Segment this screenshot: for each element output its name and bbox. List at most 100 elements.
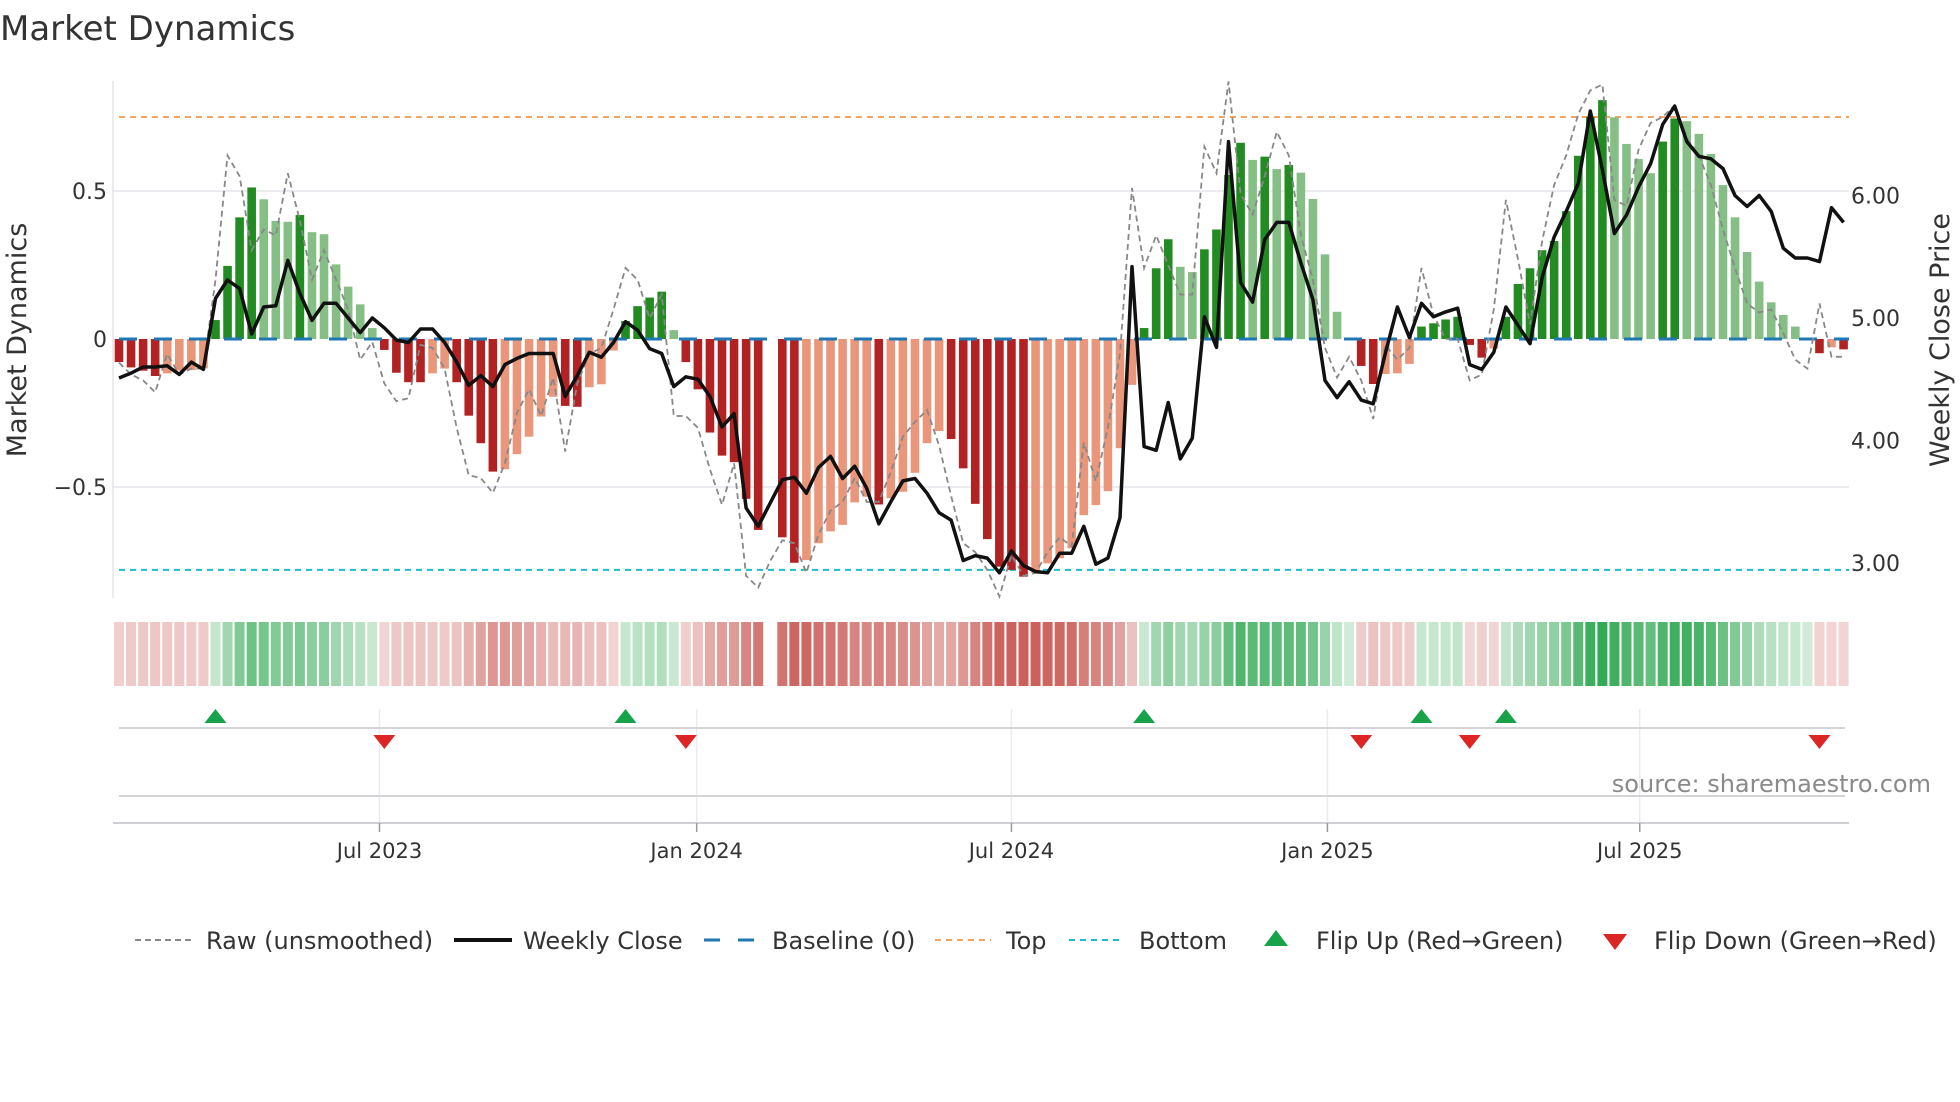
- heat-strip-cell: [1259, 622, 1270, 686]
- momentum-bar: [802, 339, 811, 561]
- heat-strip-cell: [222, 622, 233, 686]
- heat-strip-cell: [1597, 622, 1608, 686]
- heat-strip-cell: [343, 622, 354, 686]
- momentum-bar: [874, 339, 884, 505]
- heat-strip-cell: [1187, 622, 1198, 686]
- heat-strip-cell: [174, 622, 185, 686]
- momentum-heat-strip: [114, 622, 1849, 686]
- momentum-bar: [983, 339, 992, 540]
- momentum-bar: [223, 265, 232, 339]
- momentum-bar: [1055, 339, 1064, 559]
- flip-down-marker: [1350, 735, 1373, 749]
- heat-strip-cell: [1440, 622, 1451, 686]
- momentum-bar: [958, 339, 968, 469]
- heat-strip-cell: [994, 622, 1005, 686]
- heat-strip-cell: [1078, 622, 1089, 686]
- heat-strip-cell: [234, 622, 245, 686]
- y-tick-label: −0.5: [54, 476, 107, 501]
- heat-strip-cell: [1090, 622, 1101, 686]
- heat-strip-cell: [1320, 622, 1330, 686]
- momentum-bar: [1405, 339, 1414, 364]
- heat-strip-cell: [367, 622, 378, 686]
- heat-strip-cell: [1452, 622, 1463, 686]
- heat-strip-cell: [560, 622, 571, 686]
- heat-strip-cell: [1223, 622, 1234, 686]
- heat-strip-cell: [1754, 622, 1765, 686]
- heat-strip-cell: [524, 622, 535, 686]
- momentum-bar: [428, 339, 437, 374]
- flip-down-marker: [1808, 735, 1831, 749]
- heat-strip-cell: [620, 622, 631, 686]
- heat-strip-cell: [1549, 622, 1560, 686]
- heat-strip-cell: [1211, 622, 1222, 686]
- legend-label: Raw (unsmoothed): [206, 927, 433, 955]
- heat-strip-cell: [379, 622, 390, 686]
- legend-label: Flip Down (Green→Red): [1654, 927, 1937, 955]
- x-tick-label: Jan 2025: [1279, 839, 1374, 863]
- heat-strip-cell: [801, 622, 812, 686]
- market-dynamics-chart: Market Dynamics 0.5 0 −0.5 6.00 5.00 4.00 3.00…: [0, 9, 1956, 955]
- heat-strip-cell: [427, 622, 438, 686]
- y2-tick-label: 4.00: [1851, 430, 1900, 455]
- heat-strip-cell: [1561, 622, 1572, 686]
- flip-down-marker: [674, 735, 697, 749]
- momentum-bar: [367, 328, 377, 339]
- y-tick-label: 0.5: [72, 180, 107, 205]
- heat-strip-cell: [1717, 622, 1728, 686]
- momentum-bar: [235, 217, 244, 339]
- momentum-bar: [1549, 241, 1559, 339]
- heat-strip-cell: [982, 622, 993, 686]
- heat-strip-cell: [584, 622, 595, 686]
- heat-strip-cell: [126, 622, 137, 686]
- legend: Raw (unsmoothed) Weekly Close Baseline (0)…: [135, 927, 1937, 955]
- heat-strip-cell: [114, 622, 124, 686]
- heat-strip-cell: [1681, 622, 1692, 686]
- heat-strip-cell: [572, 622, 583, 686]
- heat-strip-cell: [451, 622, 462, 686]
- momentum-bar: [790, 339, 799, 563]
- momentum-bar: [862, 339, 872, 497]
- heat-strip-cell: [548, 622, 559, 686]
- heat-strip-cell: [849, 622, 860, 686]
- momentum-bar: [380, 339, 389, 350]
- heat-strip-cell: [536, 622, 547, 686]
- heat-strip-cell: [1621, 622, 1632, 686]
- heat-strip-cell: [1006, 622, 1017, 686]
- heat-strip-cell: [1500, 622, 1511, 686]
- momentum-bar: [1417, 326, 1426, 339]
- heat-strip-cell: [246, 622, 257, 686]
- heat-strip-cell: [1573, 622, 1584, 686]
- momentum-bar: [1791, 326, 1800, 339]
- heat-strip-cell: [668, 622, 679, 686]
- momentum-bar: [1019, 339, 1028, 577]
- momentum-bar: [1368, 339, 1378, 384]
- legend-flip-down-icon: [1603, 934, 1627, 950]
- heat-strip-cell: [1295, 622, 1306, 686]
- momentum-bar: [175, 339, 184, 371]
- heat-strip-cell: [1404, 622, 1415, 686]
- heat-strip-cell: [717, 622, 727, 686]
- legend-item-flip_down: Flip Down (Green→Red): [1603, 927, 1937, 955]
- heat-strip-cell: [1018, 622, 1029, 686]
- heat-strip-cell: [1392, 622, 1403, 686]
- momentum-bar: [814, 339, 823, 544]
- heat-strip-cell: [1633, 622, 1644, 686]
- heat-strip-cell: [861, 622, 872, 686]
- heat-strip-cell: [1742, 622, 1753, 686]
- heat-strip-cell: [355, 622, 366, 686]
- heat-strip-cell: [1199, 622, 1210, 686]
- momentum-bar: [1031, 339, 1040, 573]
- heat-strip-cell: [1114, 622, 1125, 686]
- heat-strip-cell: [487, 622, 498, 686]
- heat-strip-cell: [1609, 622, 1620, 686]
- momentum-bar: [850, 339, 859, 503]
- momentum-bar: [1441, 319, 1450, 339]
- heat-strip-cell: [1271, 622, 1282, 686]
- flip-up-marker: [204, 709, 227, 723]
- heat-strip-cell: [885, 622, 896, 686]
- momentum-bar: [1658, 141, 1667, 339]
- heat-strip-cell: [1416, 622, 1427, 686]
- heat-strip-cell: [1790, 622, 1801, 686]
- momentum-bar: [669, 330, 679, 339]
- momentum-bar: [946, 339, 956, 440]
